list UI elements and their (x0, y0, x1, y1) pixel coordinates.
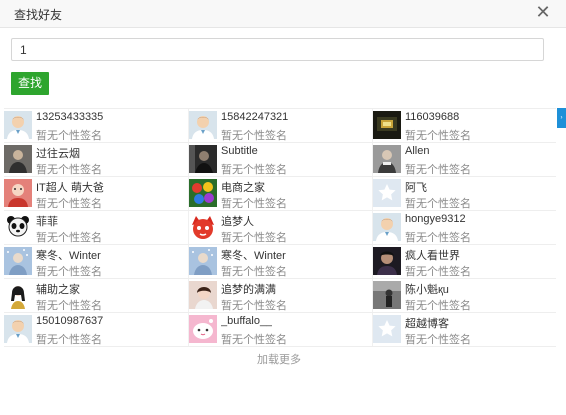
friend-result-item[interactable]: 菲菲 暂无个性签名 (4, 211, 188, 244)
friend-result-item[interactable]: 过往云烟暂无个性签名 (4, 143, 188, 176)
friend-name[interactable]: 寒冬、Winter (221, 247, 286, 263)
photo-avatar-snow-icon[interactable] (4, 247, 32, 275)
friend-signature: 暂无个性签名 (405, 164, 471, 176)
friend-result-item[interactable]: 寒冬、Winter 暂无个性签名 (4, 245, 188, 278)
dialog-title: 查找好友 (14, 8, 63, 22)
friend-result-item[interactable]: IT超人 萌大爸暂无个性签名 (4, 177, 188, 210)
result-row: 寒冬、Winter 暂无个性签名 寒冬、Winter 暂无个性签名 疯人看世界 暂无个性签… (4, 245, 556, 279)
friend-name[interactable]: Subtitle (221, 145, 258, 157)
photo-avatar-dark-icon[interactable] (189, 145, 217, 173)
friend-result-item[interactable]: hongye9312 暂无个性签名 (372, 211, 556, 244)
friend-name[interactable]: 13253433335 (36, 111, 103, 123)
friend-signature: 暂无个性签名 (36, 164, 102, 176)
friend-result-item[interactable]: 15010987637 暂无个性签名 (4, 313, 188, 346)
result-row: IT超人 萌大爸 暂无个性签名 电商之家 暂无个性签名 阿飞 暂无个性签名 (4, 177, 556, 211)
friend-name[interactable]: 过往云烟 (36, 145, 80, 161)
friend-result-item[interactable]: 15842247321 暂无个性签名 (188, 109, 372, 142)
friend-result-item[interactable]: 追梦人 暂无个性签名 (188, 211, 372, 244)
friend-result-item[interactable]: 超越博客暂无个性签名 (372, 313, 556, 346)
photo-avatar-girl-2-icon[interactable] (189, 281, 217, 309)
photo-avatar-dark-portrait-icon[interactable] (373, 247, 401, 275)
star-placeholder-avatar-icon[interactable] (373, 315, 401, 343)
friend-signature: 暂无个性签名 (36, 198, 102, 210)
friend-signature: 暂无个性签名 (405, 300, 471, 312)
photo-avatar-person-grey-icon[interactable] (373, 145, 401, 173)
friend-signature: 暂无个性签名 (36, 130, 102, 142)
friend-name[interactable]: 电商之家 (221, 179, 265, 195)
friend-signature: 暂无个性签名 (221, 130, 287, 142)
result-row: 15010987637 暂无个性签名 _buffalo__ 暂无个性签名 超越博客 暂无个… (4, 313, 556, 347)
friend-name[interactable]: 超越博客 (405, 315, 449, 331)
friend-signature: 暂无个性签名 (36, 334, 102, 346)
result-row: 过往云烟暂无个性签名 Subtitle 暂无个性签名 Allen 暂无个性签名 (4, 143, 556, 177)
friend-name[interactable]: 15010987637 (36, 315, 103, 327)
friend-result-item[interactable]: 寒冬、Winter 暂无个性签名 (188, 245, 372, 278)
default-avatar-icon[interactable] (189, 111, 217, 139)
friend-signature: 暂无个性签名 (405, 198, 471, 210)
photo-avatar-grey-figure-icon[interactable] (373, 281, 401, 309)
friend-name[interactable]: IT超人 萌大爸 (36, 179, 104, 195)
photo-avatar-red-icon[interactable] (4, 179, 32, 207)
photo-avatar-colorful-balls-icon[interactable] (189, 179, 217, 207)
friend-name[interactable]: 辅助之家 (36, 281, 80, 297)
friend-result-item[interactable]: 阿飞 暂无个性签名 (372, 177, 556, 210)
search-input[interactable] (11, 38, 544, 61)
star-placeholder-avatar-icon[interactable] (373, 179, 401, 207)
friend-signature: 暂无个性签名 (221, 232, 287, 244)
friend-signature: 暂无个性签名 (221, 300, 287, 312)
friend-name[interactable]: 追梦人 (221, 213, 254, 229)
friend-name[interactable]: 陈小魁қu (405, 281, 449, 297)
friend-signature: 暂无个性签名 (405, 232, 471, 244)
friend-signature: 暂无个性签名 (221, 334, 287, 346)
friend-name[interactable]: hongye9312 (405, 213, 466, 225)
result-row: 菲菲 暂无个性签名 追梦人 暂无个性签名 hongye9312 暂无个性签名 (4, 211, 556, 245)
default-avatar-icon[interactable] (4, 315, 32, 343)
friend-result-item[interactable]: Allen 暂无个性签名 (372, 143, 556, 176)
friend-result-item[interactable]: 疯人看世界暂无个性签名 (372, 245, 556, 278)
friend-signature: 暂无个性签名 (36, 300, 102, 312)
friend-result-item[interactable]: 电商之家暂无个性签名 (188, 177, 372, 210)
search-button[interactable]: 查找 (11, 72, 49, 95)
friend-name[interactable]: 阿飞 (405, 179, 427, 195)
friend-result-item[interactable]: 116039688 暂无个性签名 (372, 109, 556, 142)
friend-result-item[interactable]: 陈小魁қu 暂无个性签名 (372, 279, 556, 312)
photo-avatar-snow-icon[interactable] (189, 247, 217, 275)
close-icon[interactable]: ✕ (534, 3, 552, 21)
friend-signature: 暂无个性签名 (221, 266, 287, 278)
load-more-link[interactable]: 加载更多 (0, 351, 558, 367)
friend-signature: 暂无个性签名 (405, 130, 471, 142)
photo-avatar-person-icon[interactable] (4, 145, 32, 173)
result-row: 辅助之家 暂无个性签名 追梦的满满 暂无个性签名 陈小魁қu 暂无个性签名 (4, 279, 556, 313)
default-avatar-icon[interactable] (4, 111, 32, 139)
friend-name[interactable]: 寒冬、Winter (36, 247, 101, 263)
friend-result-item[interactable]: _buffalo__ 暂无个性签名 (188, 313, 372, 346)
friend-signature: 暂无个性签名 (405, 334, 471, 346)
friend-result-item[interactable]: 追梦的满满暂无个性签名 (188, 279, 372, 312)
photo-avatar-girl-icon[interactable] (4, 281, 32, 309)
friend-name[interactable]: 15842247321 (221, 111, 288, 123)
dialog-header: 查找好友 ✕ (0, 0, 566, 28)
friend-results-grid: 13253433335 暂无个性签名 15842247321 暂无个性签名 116039… (4, 108, 556, 347)
friend-result-item[interactable]: 辅助之家暂无个性签名 (4, 279, 188, 312)
friend-name[interactable]: _buffalo__ (221, 315, 272, 327)
friend-signature: 暂无个性签名 (36, 266, 102, 278)
friend-result-item[interactable]: 13253433335 暂无个性签名 (4, 109, 188, 142)
friend-signature: 暂无个性签名 (405, 266, 471, 278)
pink-cartoon-avatar-icon[interactable] (189, 315, 217, 343)
photo-avatar-dark-gold-icon[interactable] (373, 111, 401, 139)
side-edge-tab[interactable]: › (557, 108, 566, 128)
friend-signature: 暂无个性签名 (36, 232, 102, 244)
default-avatar-icon[interactable] (373, 213, 401, 241)
friend-signature: 暂无个性签名 (221, 164, 287, 176)
friend-name[interactable]: Allen (405, 145, 429, 157)
friend-name[interactable]: 116039688 (405, 111, 459, 123)
friend-name[interactable]: 菲菲 (36, 213, 58, 229)
red-cartoon-avatar-icon[interactable] (189, 213, 217, 241)
friend-signature: 暂无个性签名 (221, 198, 287, 210)
friend-name[interactable]: 疯人看世界 (405, 247, 460, 263)
friend-name[interactable]: 追梦的满满 (221, 281, 276, 297)
friend-result-item[interactable]: Subtitle 暂无个性签名 (188, 143, 372, 176)
result-row: 13253433335 暂无个性签名 15842247321 暂无个性签名 116039… (4, 109, 556, 143)
panda-avatar-icon[interactable] (4, 213, 32, 241)
